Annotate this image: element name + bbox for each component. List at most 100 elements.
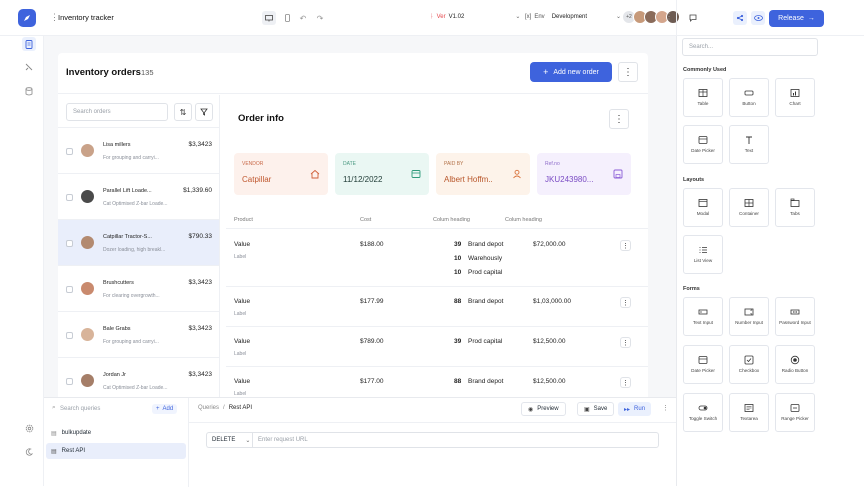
order-row[interactable]: Bale Grabs For grouping and carryi... $3,3… (58, 312, 219, 358)
save-button[interactable]: ▣ Save (577, 402, 615, 416)
widget-tabs[interactable]: Tabs (775, 188, 815, 227)
text-icon (746, 136, 752, 145)
order-row[interactable]: Jordan Jr Cat Optimised Z-bar Loade... $3,… (58, 358, 219, 397)
method-select[interactable]: DELETE ⌄ (206, 432, 252, 448)
product-value: Value (234, 338, 251, 345)
avatar (81, 374, 94, 387)
settings-gear-icon[interactable] (22, 421, 36, 435)
order-row[interactable]: Brushcutters For clearing overgrowth... $3… (58, 266, 219, 312)
row-checkbox[interactable] (66, 194, 73, 201)
widget-password-input[interactable]: Password Input (775, 297, 815, 336)
user-icon (513, 169, 521, 179)
widget-label: Tabs (790, 211, 800, 217)
add-new-order-button[interactable]: + Add new order (530, 62, 612, 82)
moon-icon[interactable] (22, 445, 36, 459)
version-select[interactable]: ᚿ Ver V1.02 ⌄ (430, 13, 520, 21)
more-options-button[interactable]: ⋮ (618, 62, 638, 82)
widget-label: Password Input (779, 320, 811, 326)
filter-button[interactable] (195, 103, 213, 121)
widget-table[interactable]: Table (683, 78, 723, 117)
search-queries-input[interactable]: Search queries (60, 406, 100, 412)
widget-label: Date Picker (691, 368, 715, 374)
rocket-icon (24, 15, 30, 21)
widget-number-input[interactable]: Number Input (729, 297, 769, 336)
widget-chart[interactable]: Chart (775, 78, 815, 117)
location: Brand depot (468, 241, 504, 248)
widget-container[interactable]: Container (729, 188, 769, 227)
calendar-icon (411, 170, 421, 178)
query-sidebar: ⌕ Search queries + Add ▤ bulkupdate ▤ Re… (44, 398, 189, 487)
widget-search-input[interactable]: Search... (682, 38, 818, 56)
query-item-selected[interactable]: ▤ Rest API (46, 443, 186, 459)
order-desc: For grouping and carryi... (103, 155, 159, 161)
redo-icon[interactable]: ↷ (313, 11, 327, 25)
pages-icon[interactable] (22, 37, 36, 51)
inspect-icon[interactable] (22, 60, 36, 74)
search-orders-input[interactable]: Search orders (66, 103, 168, 121)
qty: 10 (454, 269, 462, 276)
widget-checkbox[interactable]: Checkbox (729, 345, 769, 384)
eye-icon: ◉ (528, 406, 534, 413)
save-label: Save (593, 406, 608, 412)
total-value: $72,000.00 (533, 241, 566, 248)
comment-icon[interactable] (686, 11, 700, 25)
breadcrumb-root[interactable]: Queries (198, 405, 219, 411)
request-url-input[interactable]: Enter request URL (252, 432, 659, 448)
app-title[interactable]: Inventory tracker (58, 13, 114, 22)
order-row-selected[interactable]: Catpillar Tractor-S... Dozer loading, hig… (58, 220, 219, 266)
query-name: bulkupdate (61, 430, 92, 436)
cost-value: $177.00 (360, 378, 384, 385)
kebab-icon: ⋮ (622, 299, 629, 307)
row-menu-button[interactable]: ⋮ (620, 240, 631, 251)
row-checkbox[interactable] (66, 332, 73, 339)
more-icon[interactable]: ⋮ (665, 12, 673, 21)
widget-label: Text (744, 148, 754, 154)
row-menu-button[interactable]: ⋮ (620, 337, 631, 348)
widget-radio-button[interactable]: Radio Button (775, 345, 815, 384)
info-more-button[interactable]: ⋮ (609, 109, 629, 129)
row-checkbox[interactable] (66, 148, 73, 155)
preview-eye-icon[interactable] (751, 11, 765, 25)
widget-list-view[interactable]: List View (683, 235, 723, 274)
location: Prod capital (468, 269, 503, 276)
order-name: Jordan Jr (103, 372, 126, 378)
table-row: Value Label $188.00 39 Brand depot 10 Wa… (226, 229, 648, 287)
share-icon[interactable] (733, 11, 747, 25)
row-checkbox[interactable] (66, 286, 73, 293)
preview-label: Preview (537, 406, 559, 412)
order-row[interactable]: Lisa millers For grouping and carryi... $3… (58, 128, 219, 174)
chevron-down-icon: ⌄ (616, 14, 622, 20)
widget-text-input[interactable]: Text Input (683, 297, 723, 336)
product-label: Label (234, 311, 247, 317)
widget-textarea[interactable]: Textarea (729, 393, 769, 432)
add-query-button[interactable]: + Add (152, 404, 178, 414)
total-value: $12,500.00 (533, 338, 566, 345)
widget-modal[interactable]: Modal (683, 188, 723, 227)
environment-select[interactable]: [x] Env Development ⌄ (525, 13, 622, 21)
product-label: Label (234, 351, 247, 357)
widget-toggle-switch[interactable]: Toggle Switch (683, 393, 723, 432)
widget-date-picker[interactable]: Date Picker (683, 125, 723, 164)
more-icon[interactable]: ⋮ (662, 404, 669, 412)
widget-date-picker[interactable]: Date Picker (683, 345, 723, 384)
search-icon: ⌕ (52, 404, 56, 411)
undo-icon[interactable]: ↶ (296, 11, 310, 25)
sort-button[interactable]: ⇅ (174, 103, 192, 121)
row-checkbox[interactable] (66, 240, 73, 247)
row-menu-button[interactable]: ⋮ (620, 297, 631, 308)
row-menu-button[interactable]: ⋮ (620, 377, 631, 388)
app-logo[interactable] (18, 9, 36, 27)
widget-button[interactable]: Button (729, 78, 769, 117)
mobile-view-icon[interactable] (280, 11, 294, 25)
filter-icon (200, 108, 208, 116)
release-button[interactable]: Release → (769, 10, 824, 27)
order-row[interactable]: Parallel Lift Loade... Cat Optimised Z-ba… (58, 174, 219, 220)
widget-range-picker[interactable]: Range Picker (775, 393, 815, 432)
database-icon[interactable] (22, 84, 36, 98)
preview-button[interactable]: ◉ Preview (521, 402, 566, 416)
desktop-view-icon[interactable] (262, 11, 276, 25)
run-button[interactable]: ▸▸ Run (618, 402, 652, 416)
row-checkbox[interactable] (66, 378, 73, 385)
query-item[interactable]: ▤ bulkupdate (46, 425, 186, 441)
widget-text[interactable]: Text (729, 125, 769, 164)
